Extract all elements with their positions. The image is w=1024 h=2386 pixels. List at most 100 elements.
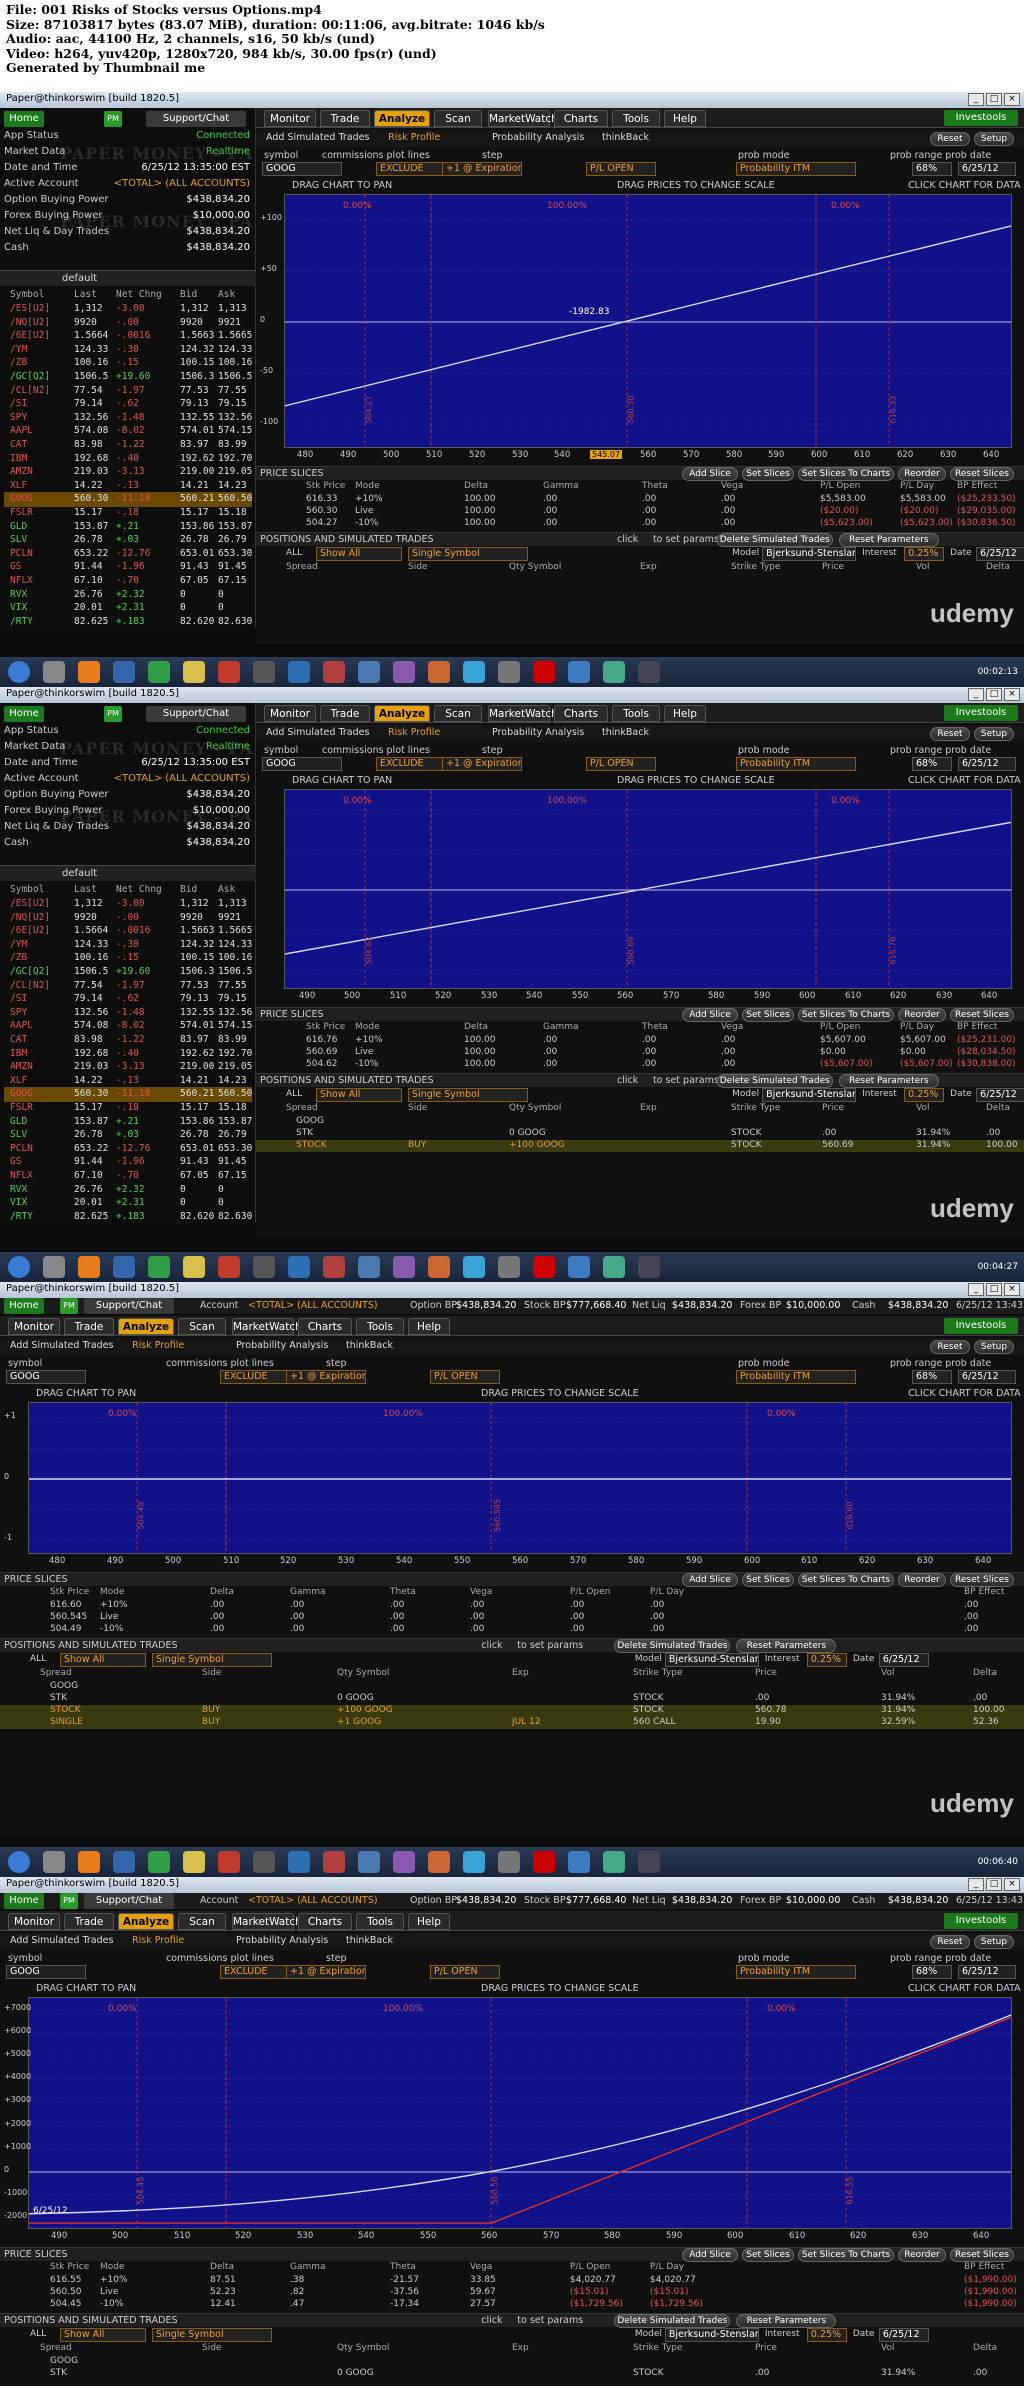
slice-cell[interactable]: 560.50 bbox=[50, 2287, 82, 2297]
taskbar-app-icon[interactable] bbox=[148, 661, 170, 683]
commissions-select[interactable]: EXCLUDE bbox=[376, 757, 446, 771]
watchlist-col-header[interactable]: Last bbox=[74, 289, 97, 300]
subtab-add-simulated-trades[interactable]: Add Simulated Trades bbox=[10, 1935, 113, 1946]
taskbar-app-icon[interactable] bbox=[638, 661, 660, 683]
commissions-select[interactable]: EXCLUDE bbox=[376, 162, 446, 176]
taskbar-app-icon[interactable] bbox=[183, 1256, 205, 1278]
reset-slices-button[interactable]: Reset Slices bbox=[950, 2248, 1014, 2262]
prob-date-input[interactable]: 6/25/12 bbox=[958, 1965, 1016, 1979]
delete-simulated-trades-button[interactable]: Delete Simulated Trades bbox=[614, 1639, 731, 1653]
account-value[interactable]: <TOTAL> (ALL ACCOUNTS) bbox=[114, 773, 250, 784]
slice-cell[interactable]: 560.69 bbox=[306, 1047, 338, 1057]
slice-cell[interactable]: -10% bbox=[100, 2299, 123, 2309]
taskbar-app-icon[interactable] bbox=[323, 1851, 345, 1873]
support-chat-button[interactable]: Support/Chat bbox=[84, 1298, 174, 1314]
taskbar-app-icon[interactable] bbox=[498, 1256, 520, 1278]
taskbar-app-icon[interactable] bbox=[183, 1851, 205, 1873]
tab-marketwatch[interactable]: MarketWatch bbox=[488, 110, 558, 127]
model-select[interactable]: Bjerksund-Stensland bbox=[664, 2328, 759, 2342]
slice-cell[interactable]: -10% bbox=[355, 1059, 378, 1069]
interest-input[interactable]: 0.25% bbox=[806, 1653, 847, 1667]
watchlist-col-header[interactable]: Symbol bbox=[10, 884, 44, 895]
taskbar-app-icon[interactable] bbox=[253, 661, 275, 683]
taskbar-app-icon[interactable] bbox=[148, 1256, 170, 1278]
set-slices-button[interactable]: Set Slices bbox=[742, 1573, 794, 1587]
taskbar-app-icon[interactable] bbox=[393, 1256, 415, 1278]
reorder-button[interactable]: Reorder bbox=[898, 2248, 946, 2262]
watchlist-row[interactable]: /RTY 82.625 +.183 82.620 82.630 bbox=[4, 1210, 252, 1225]
taskbar-app-icon[interactable] bbox=[463, 661, 485, 683]
watchlist-col-header[interactable]: Net Chng bbox=[116, 884, 162, 895]
filezilla-icon[interactable] bbox=[533, 1851, 555, 1873]
slice-cell[interactable]: +10% bbox=[355, 1035, 383, 1045]
taskbar-app-icon[interactable] bbox=[288, 1851, 310, 1873]
position-cell[interactable]: JUL 12 bbox=[512, 1717, 541, 1727]
risk-profile-chart[interactable]: 0.00% 100.00% 0.00% 504.45 560.50 616.55 6/25/… bbox=[28, 1997, 1012, 2229]
account-select[interactable]: <TOTAL> (ALL ACCOUNTS) bbox=[248, 1895, 378, 1906]
maximize-button[interactable]: □ bbox=[986, 1283, 1002, 1296]
slice-cell[interactable]: Live bbox=[100, 2287, 118, 2297]
single-symbol-select[interactable]: Single Symbol bbox=[152, 2328, 272, 2342]
taskbar-app-icon[interactable] bbox=[288, 661, 310, 683]
position-cell[interactable]: +100 GOOG bbox=[509, 1140, 565, 1150]
investools-button[interactable]: Investools bbox=[944, 1913, 1018, 1929]
tab-charts[interactable]: Charts bbox=[298, 1318, 352, 1335]
reorder-button[interactable]: Reorder bbox=[898, 1008, 946, 1022]
position-cell[interactable]: 0 GOOG bbox=[337, 1693, 374, 1703]
model-select[interactable]: Bjerksund-Stensland bbox=[762, 1088, 857, 1102]
position-row[interactable]: SINGLE BUY +1 GOOG JUL 12 560 CALL 19.90 32.59… bbox=[0, 1717, 1024, 1729]
plopen-select[interactable]: P/L OPEN bbox=[586, 757, 656, 771]
setup-button[interactable]: Setup bbox=[974, 132, 1014, 146]
risk-profile-chart[interactable]: 0.00% 100.00% 0.00% 504.62 560.69 616.76 bbox=[284, 789, 1012, 989]
position-cell[interactable]: STK bbox=[50, 2368, 67, 2378]
reset-button[interactable]: Reset bbox=[930, 727, 970, 741]
taskbar-app-icon[interactable] bbox=[393, 1851, 415, 1873]
maximize-button[interactable]: □ bbox=[986, 93, 1002, 106]
reset-parameters-button[interactable]: Reset Parameters bbox=[736, 1639, 837, 1653]
position-cell[interactable]: 0 GOOG bbox=[337, 2368, 374, 2378]
reset-parameters-button[interactable]: Reset Parameters bbox=[736, 2314, 837, 2328]
reset-button[interactable]: Reset bbox=[930, 132, 970, 146]
tab-trade[interactable]: Trade bbox=[320, 110, 370, 127]
reorder-button[interactable]: Reorder bbox=[898, 467, 946, 481]
taskbar-app-icon[interactable] bbox=[113, 1851, 135, 1873]
all-checkbox[interactable]: ALL bbox=[30, 1654, 46, 1664]
single-symbol-select[interactable]: Single Symbol bbox=[408, 1088, 528, 1102]
taskbar-app-icon[interactable] bbox=[358, 1256, 380, 1278]
expiration-select[interactable]: +1 @ Expiration bbox=[442, 757, 522, 771]
taskbar-app-icon[interactable] bbox=[148, 1851, 170, 1873]
taskbar-app-icon[interactable] bbox=[323, 661, 345, 683]
interest-input[interactable]: 0.25% bbox=[904, 1088, 945, 1102]
tab-analyze[interactable]: Analyze bbox=[374, 705, 430, 722]
prob-range-input[interactable]: 68% bbox=[912, 757, 952, 771]
maximize-button[interactable]: □ bbox=[986, 1878, 1002, 1891]
filezilla-icon[interactable] bbox=[533, 661, 555, 683]
position-cell[interactable]: BUY bbox=[202, 1717, 220, 1727]
tab-tools[interactable]: Tools bbox=[612, 705, 660, 722]
slice-cell[interactable]: 504.49 bbox=[50, 1624, 82, 1634]
start-orb[interactable] bbox=[8, 1851, 30, 1873]
position-row[interactable]: STK 0 GOOG STOCK .00 31.94% .00 bbox=[256, 1128, 1024, 1140]
slice-cell[interactable]: 504.62 bbox=[306, 1059, 338, 1069]
model-select[interactable]: Bjerksund-Stensland bbox=[664, 1653, 759, 1667]
position-cell[interactable]: GOOG bbox=[50, 1681, 78, 1691]
subtab-probability-analysis[interactable]: Probability Analysis bbox=[492, 132, 584, 143]
prob-range-input[interactable]: 68% bbox=[912, 162, 952, 176]
position-row[interactable]: STOCK BUY +100 GOOG STOCK 560.78 31.94% 100.00 bbox=[0, 1705, 1024, 1717]
set-slices-button[interactable]: Set Slices bbox=[742, 2248, 794, 2262]
watchlist-group[interactable]: default bbox=[62, 868, 97, 879]
tab-trade[interactable]: Trade bbox=[64, 1913, 114, 1930]
taskbar-app-icon[interactable] bbox=[603, 1851, 625, 1873]
slice-cell[interactable]: Live bbox=[355, 506, 373, 516]
symbol-input[interactable]: GOOG bbox=[262, 757, 342, 771]
subtab-risk-profile[interactable]: Risk Profile bbox=[132, 1340, 184, 1351]
position-cell[interactable]: GOOG bbox=[296, 1116, 324, 1126]
taskbar-app-icon[interactable] bbox=[428, 661, 450, 683]
tab-help[interactable]: Help bbox=[408, 1913, 450, 1930]
symbol-input[interactable]: GOOG bbox=[262, 162, 342, 176]
set-slices-button[interactable]: Set Slices bbox=[742, 467, 794, 481]
taskbar-app-icon[interactable] bbox=[568, 661, 590, 683]
start-orb[interactable] bbox=[8, 1256, 30, 1278]
all-checkbox[interactable]: ALL bbox=[286, 1089, 302, 1099]
watchlist-col-header[interactable]: Ask bbox=[218, 289, 235, 300]
